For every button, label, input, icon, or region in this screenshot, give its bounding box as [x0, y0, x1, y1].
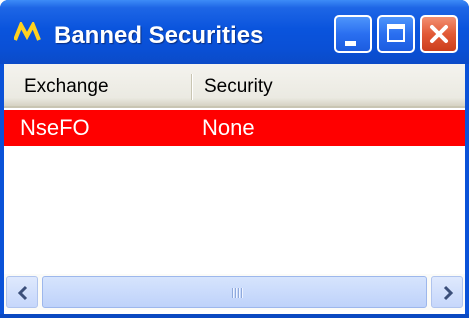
cell-exchange: NseFO: [20, 115, 90, 140]
table-header: Exchange Security: [4, 64, 465, 108]
table-body: NseFO None: [4, 108, 465, 270]
column-divider[interactable]: [191, 74, 193, 100]
banned-securities-window: Banned Securities Exchange Security NseF…: [0, 0, 469, 318]
minimize-button[interactable]: [334, 15, 372, 53]
scroll-right-button[interactable]: [431, 276, 463, 308]
scroll-right-icon: [443, 285, 454, 301]
app-logo-icon: [13, 20, 42, 42]
close-icon: [428, 23, 450, 45]
close-button[interactable]: [420, 15, 458, 53]
column-header-exchange[interactable]: Exchange: [24, 76, 109, 98]
minimize-icon: [345, 41, 356, 46]
window-title: Banned Securities: [54, 22, 264, 49]
scroll-left-button[interactable]: [6, 276, 38, 308]
maximize-button[interactable]: [377, 15, 415, 53]
horizontal-scrollbar[interactable]: [4, 274, 465, 310]
column-header-security[interactable]: Security: [204, 76, 273, 98]
table-row[interactable]: NseFO None: [4, 110, 465, 146]
scroll-left-icon: [17, 285, 28, 301]
list-view: Exchange Security NseFO None: [4, 64, 465, 314]
maximize-icon: [387, 24, 405, 42]
grip-icon: [232, 288, 243, 298]
window-frame-bottom: [0, 314, 469, 318]
title-bar[interactable]: Banned Securities: [0, 0, 469, 64]
scroll-thumb[interactable]: [42, 276, 427, 308]
cell-security: None: [202, 115, 255, 140]
